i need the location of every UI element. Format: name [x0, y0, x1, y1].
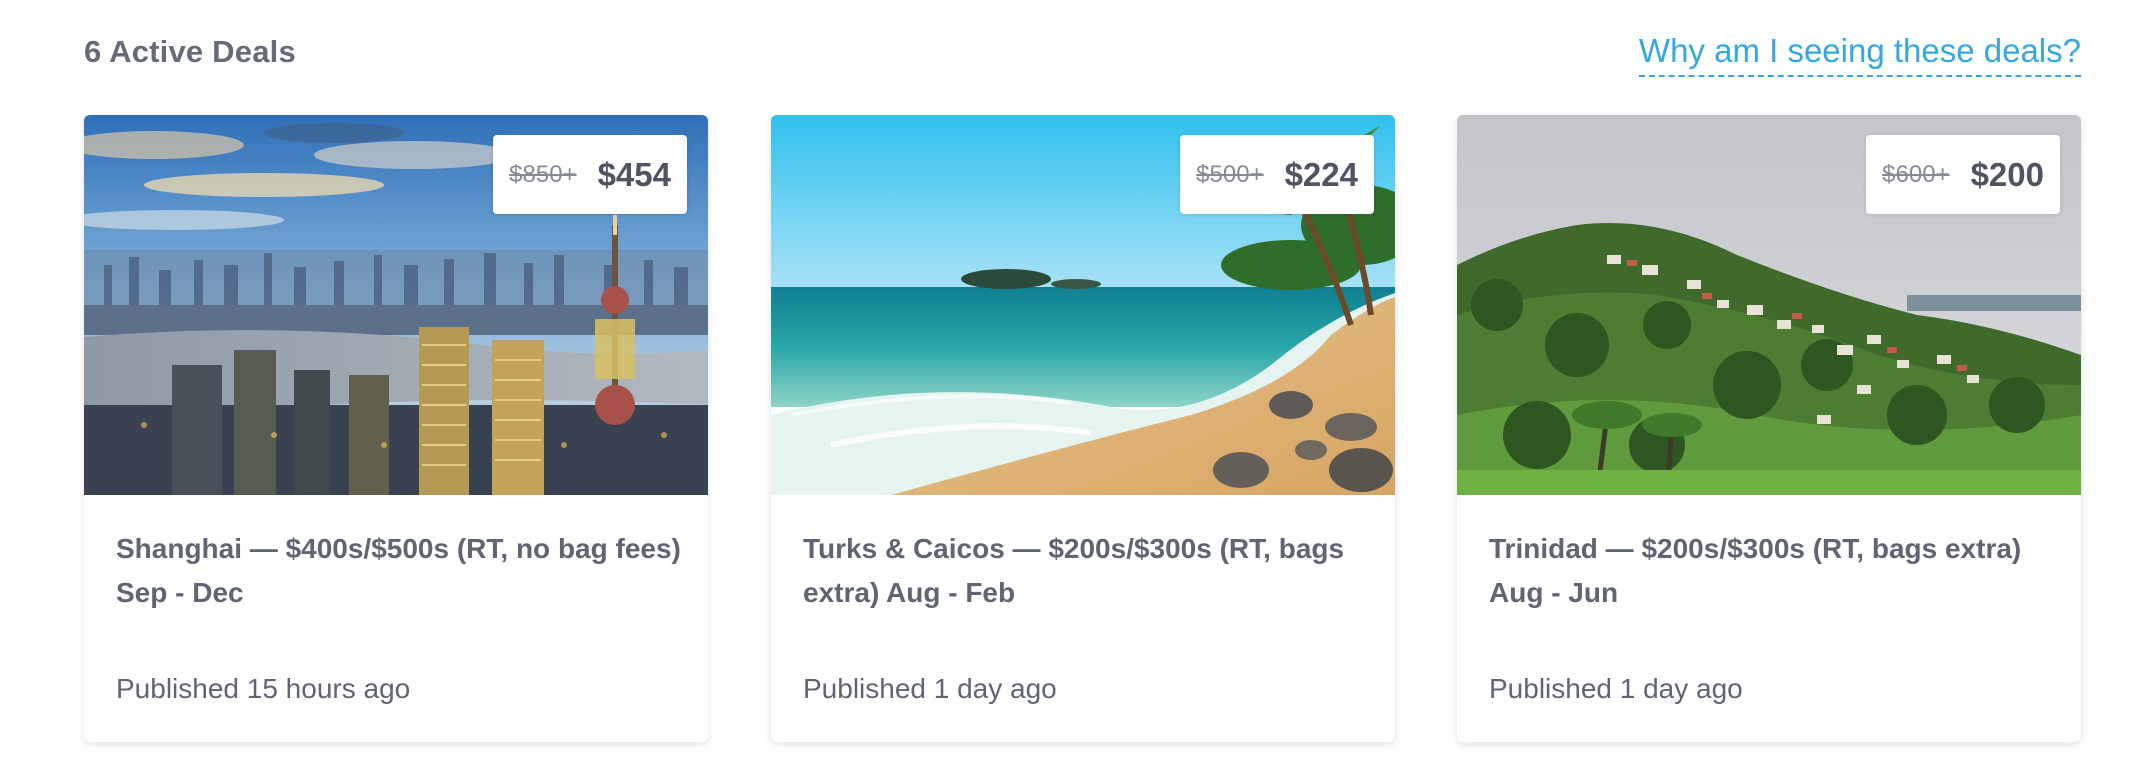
published-time: Published 1 day ago [1489, 673, 1743, 704]
published-time: Published 1 day ago [803, 673, 1057, 704]
deals-header: 6 Active Deals Why am I seeing these dea… [84, 28, 2081, 84]
price-tag: $600+ $200 [1866, 135, 2060, 214]
turks-caicos-beach-photo: $500+ $224 [771, 115, 1395, 495]
deal-title: Shanghai — $400s/$500s (RT, no bag fees)… [116, 533, 681, 608]
deal-price: $454 [597, 155, 671, 193]
deal-card-turks-caicos[interactable]: $500+ $224 Turks & Caicos — $200s/$300s … [771, 115, 1395, 742]
original-price: $600+ [1882, 160, 1950, 188]
shanghai-skyline-photo: $850+ $454 [84, 115, 708, 495]
price-tag: $500+ $224 [1180, 135, 1374, 214]
deals-card-list: $850+ $454 Shanghai — $400s/$500s (RT, n… [84, 115, 2081, 742]
deal-title: Trinidad — $200s/$300s (RT, bags extra) … [1489, 533, 2022, 608]
deal-price: $224 [1284, 155, 1358, 193]
price-tag: $850+ $454 [493, 135, 687, 214]
deal-card-shanghai[interactable]: $850+ $454 Shanghai — $400s/$500s (RT, n… [84, 115, 708, 742]
active-deals-count: 6 Active Deals [84, 34, 296, 69]
published-time: Published 15 hours ago [116, 673, 411, 704]
original-price: $500+ [1196, 160, 1264, 188]
deal-card-trinidad[interactable]: $600+ $200 Trinidad — $200s/$300s (RT, b… [1457, 115, 2081, 742]
deal-price: $200 [1970, 155, 2044, 193]
why-seeing-deals-link[interactable]: Why am I seeing these deals? [1638, 32, 2081, 77]
trinidad-hillside-photo: $600+ $200 [1457, 115, 2081, 495]
original-price: $850+ [509, 160, 577, 188]
deal-title: Turks & Caicos — $200s/$300s (RT, bags e… [803, 533, 1345, 608]
